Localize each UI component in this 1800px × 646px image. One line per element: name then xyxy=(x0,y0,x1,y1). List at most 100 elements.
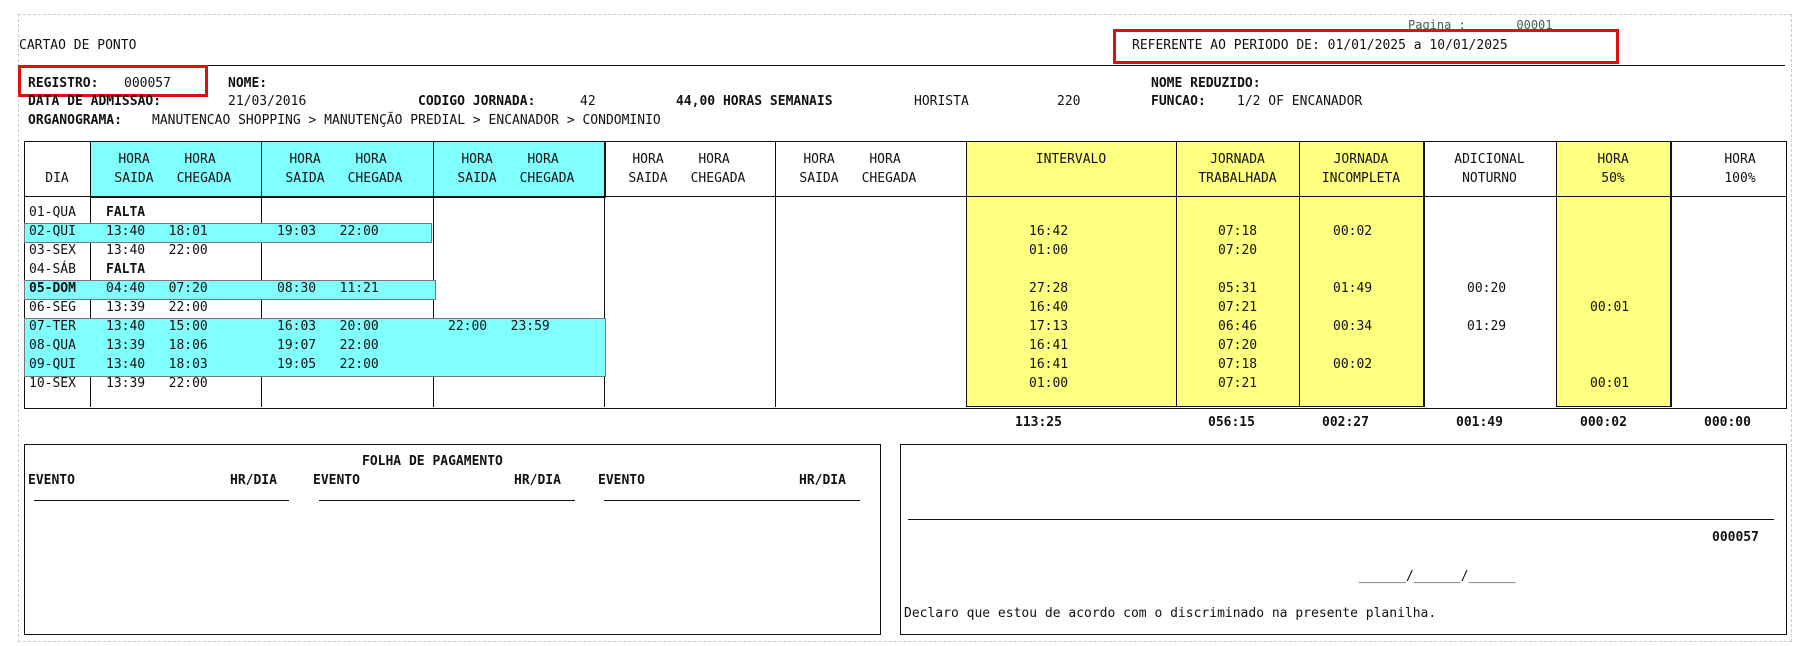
signature-date: ______/______/______ xyxy=(1359,569,1516,584)
row-periodo-2: 19:05 22:00 xyxy=(277,357,379,372)
row-periodo-1: 04:40 07:20 xyxy=(106,281,208,296)
total-noturno: 001:49 xyxy=(1456,415,1503,430)
col-saida-4-top: HORA xyxy=(632,152,664,167)
col-hora100: 100% xyxy=(1724,171,1756,186)
intervalo-column xyxy=(966,141,1178,407)
col-chegada-4-top: HORA xyxy=(698,152,730,167)
row-jornada-incompleta: 01:49 xyxy=(1333,281,1373,296)
row-intervalo: 01:00 xyxy=(1029,243,1069,258)
col-saida-4: SAIDA xyxy=(628,171,668,186)
col-saida-3: SAIDA xyxy=(457,171,497,186)
total-hora100: 000:00 xyxy=(1704,415,1751,430)
nome-label: NOME: xyxy=(228,76,268,91)
col-chegada-4: CHEGADA xyxy=(690,171,746,186)
col-chegada-3: CHEGADA xyxy=(519,171,575,186)
row-jornada-incompleta: 00:34 xyxy=(1333,319,1373,334)
col-saida-5: SAIDA xyxy=(799,171,839,186)
col-jornada-trabalhada: TRABALHADA xyxy=(1198,171,1277,186)
total-incompleta: 002:27 xyxy=(1322,415,1369,430)
col-saida-1-top: HORA xyxy=(118,152,150,167)
col-saida-5-top: HORA xyxy=(803,152,835,167)
row-intervalo: 17:13 xyxy=(1029,319,1069,334)
row-periodo-1: 13:40 18:03 xyxy=(106,357,208,372)
horista-value: 220 xyxy=(1057,94,1081,109)
col-saida-2-top: HORA xyxy=(289,152,321,167)
organograma-label: ORGANOGRAMA: xyxy=(28,113,122,128)
row-intervalo: 01:00 xyxy=(1029,376,1069,391)
col-sep-100 xyxy=(1670,141,1671,407)
evento-header-1: EVENTO xyxy=(28,473,75,488)
signature-registro: 000057 xyxy=(1712,530,1759,545)
row-dia: 01-QUA xyxy=(29,205,76,220)
codigo-jornada-value: 42 xyxy=(580,94,596,109)
header-rule xyxy=(19,65,1785,66)
col-intervalo: INTERVALO xyxy=(1035,152,1107,167)
row-jornada-trabalhada: 07:18 xyxy=(1218,224,1258,239)
col-chegada-1: CHEGADA xyxy=(176,171,232,186)
row-adicional-noturno: 00:20 xyxy=(1467,281,1507,296)
total-hora50: 000:02 xyxy=(1580,415,1627,430)
row-jornada-trabalhada: 07:20 xyxy=(1218,243,1258,258)
row-periodo-1: 13:39 22:00 xyxy=(106,376,208,391)
hrdia-header-3: HR/DIA xyxy=(799,473,846,488)
col-dia: DIA xyxy=(45,171,69,186)
row-periodo-1: 13:39 22:00 xyxy=(106,300,208,315)
registro-highlight xyxy=(18,65,208,97)
horista-label: HORISTA xyxy=(914,94,969,109)
col-chegada-5: CHEGADA xyxy=(861,171,917,186)
horas-semanais: 44,00 HORAS SEMANAIS xyxy=(676,94,833,109)
row-hora-50: 00:01 xyxy=(1590,300,1630,315)
signature-line xyxy=(908,519,1774,520)
row-dia: 07-TER xyxy=(29,319,76,334)
row-periodo-1: FALTA xyxy=(106,205,146,220)
row-dia: 05-DOM xyxy=(29,281,76,296)
col-saida-1: SAIDA xyxy=(114,171,154,186)
col-adicional-top: ADICIONAL xyxy=(1454,152,1525,167)
row-intervalo: 27:28 xyxy=(1029,281,1069,296)
hrdia-header-1: HR/DIA xyxy=(230,473,277,488)
codigo-jornada-label: CODIGO JORNADA: xyxy=(418,94,536,109)
row-periodo-2: 19:03 22:00 xyxy=(277,224,379,239)
row-periodo-2: 16:03 20:00 xyxy=(277,319,379,334)
funcao-value: 1/2 OF ENCANADOR xyxy=(1237,94,1363,109)
col-chegada-2-top: HORA xyxy=(355,152,387,167)
row-dia: 04-SÁB xyxy=(29,262,76,277)
admissao-label: DATA DE ADMISSAO: xyxy=(28,94,162,109)
col-sep-4 xyxy=(775,141,776,407)
col-chegada-3-top: HORA xyxy=(527,152,559,167)
col-adicional: NOTURNO xyxy=(1462,171,1517,186)
folha-rule-3 xyxy=(604,500,860,501)
folha-rule-2 xyxy=(319,500,575,501)
hrdia-header-2: HR/DIA xyxy=(514,473,561,488)
funcao-label: FUNCAO: xyxy=(1151,94,1206,109)
col-chegada-1-top: HORA xyxy=(184,152,216,167)
row-hora-50: 00:01 xyxy=(1590,376,1630,391)
row-periodo-1: FALTA xyxy=(106,262,146,277)
col-chegada-5-top: HORA xyxy=(869,152,901,167)
row-periodo-3: 22:00 23:59 xyxy=(448,319,550,334)
row-periodo-1: 13:40 15:00 xyxy=(106,319,208,334)
col-hora50-top: HORA xyxy=(1597,152,1629,167)
row-jornada-incompleta: 00:02 xyxy=(1333,357,1373,372)
col-hora100-top: HORA xyxy=(1724,152,1756,167)
row-jornada-trabalhada: 07:21 xyxy=(1218,300,1258,315)
col-jornada-trabalhada-top: JORNADA xyxy=(1210,152,1265,167)
folha-rule-1 xyxy=(34,500,289,501)
row-periodo-2: 19:07 22:00 xyxy=(277,338,379,353)
period-highlight xyxy=(1113,29,1619,64)
row-jornada-trabalhada: 05:31 xyxy=(1218,281,1258,296)
organograma-value: MANUTENCAO SHOPPING > MANUTENÇÃO PREDIAL… xyxy=(152,113,661,128)
row-periodo-1: 13:39 18:06 xyxy=(106,338,208,353)
row-intervalo: 16:41 xyxy=(1029,357,1069,372)
table-header-rule xyxy=(24,196,1786,197)
row-dia: 03-SEX xyxy=(29,243,76,258)
row-dia: 09-QUI xyxy=(29,357,76,372)
row-jornada-trabalhada: 07:18 xyxy=(1218,357,1258,372)
col-saida-2: SAIDA xyxy=(285,171,325,186)
col-chegada-2: CHEGADA xyxy=(347,171,403,186)
row-dia: 10-SEX xyxy=(29,376,76,391)
row-jornada-trabalhada: 06:46 xyxy=(1218,319,1258,334)
row-intervalo: 16:40 xyxy=(1029,300,1069,315)
nome-reduzido-label: NOME REDUZIDO: xyxy=(1151,76,1261,91)
row-jornada-trabalhada: 07:21 xyxy=(1218,376,1258,391)
